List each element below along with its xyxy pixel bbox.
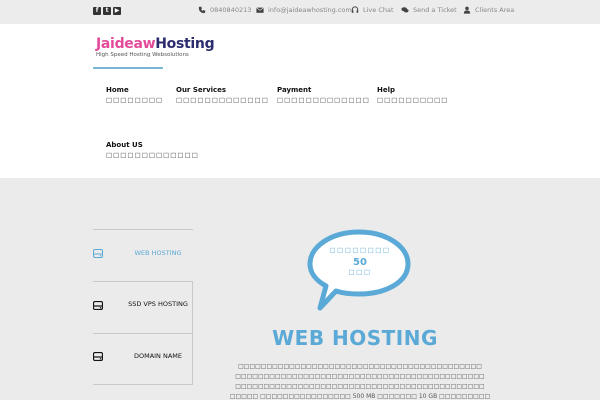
- site-logo[interactable]: JaideawHosting High Speed Hosting Websol…: [96, 36, 215, 58]
- description-line: □□□□□□□□□□□□□□□□□□□□□□□□□□□□□□□□□□□□□□□□…: [235, 373, 485, 380]
- twitter-icon[interactable]: t: [103, 7, 111, 15]
- nav-label: Payment: [277, 86, 312, 94]
- social-links: f t ▶: [93, 7, 121, 15]
- tab-domain-name[interactable]: DOMAIN NAME: [93, 334, 193, 386]
- nav-label: Help: [377, 86, 396, 94]
- plan-title: WEB HOSTING: [272, 326, 438, 350]
- tab-label: SSD VPS HOSTING: [128, 300, 188, 308]
- nav-item-payment[interactable]: Payment □□□□□□□□□□□□□: [277, 86, 370, 104]
- nav-sublabel: □□□□□□□□□□□□□: [176, 96, 269, 104]
- nav-sublabel: □□□□□□□□□□: [377, 96, 449, 104]
- server-icon: [93, 352, 103, 361]
- email-contact[interactable]: info@jaideawhosting.com: [256, 6, 352, 14]
- nav-sublabel: □□□□□□□□□□□□□: [277, 96, 370, 104]
- nav-item-help[interactable]: Help □□□□□□□□□□: [377, 86, 448, 104]
- nav-item-home[interactable]: Home □□□□□□□□: [106, 86, 163, 104]
- server-icon: [93, 249, 103, 258]
- tabs-right-border: [192, 282, 193, 384]
- logo-tagline: High Speed Hosting Websolutions: [96, 52, 189, 58]
- description-line: □□□□□□□□□□□□□□□□□□□□□□□□□□□□□□□□□□□□□□□□…: [235, 383, 485, 390]
- email-address: info@jaideawhosting.com: [268, 6, 352, 14]
- nav-label: Our Services: [176, 86, 227, 94]
- description-line: □□□□□□□□□□□□□□□□□□□□□□□□□□□□□□□□□□□□□□□□…: [238, 363, 482, 370]
- phone-number: 0840840213: [210, 6, 252, 14]
- facebook-icon[interactable]: f: [93, 7, 101, 15]
- server-icon: [93, 301, 103, 310]
- phone-icon: [198, 6, 206, 14]
- headset-icon: [351, 6, 359, 13]
- tab-web-hosting[interactable]: WEB HOSTING: [93, 230, 193, 282]
- live-chat-link[interactable]: Live Chat: [351, 6, 394, 14]
- nav-label: About US: [106, 141, 143, 149]
- description-line: □□□□□ □□□□□□□□□□□□□□□□ 500 MB □□□□□□□ 10…: [229, 393, 491, 400]
- clients-area-link[interactable]: Clients Area: [463, 6, 514, 14]
- logo-wordmark: JaideawHosting: [96, 36, 215, 52]
- send-ticket-label: Send a Ticket: [413, 6, 457, 14]
- tab-label: WEB HOSTING: [134, 249, 182, 257]
- nav-sublabel: □□□□□□□□: [106, 96, 164, 104]
- send-ticket-link[interactable]: Send a Ticket: [401, 6, 457, 14]
- clients-area-label: Clients Area: [475, 6, 515, 14]
- price-suffix: □□□: [348, 268, 372, 276]
- tab-label: DOMAIN NAME: [133, 352, 183, 360]
- plan-description: □□□□□□□□□□□□□□□□□□□□□□□□□□□□□□□□□□□□□□□□…: [210, 362, 510, 402]
- youtube-icon[interactable]: ▶: [113, 7, 121, 15]
- price-value: 50: [353, 257, 367, 268]
- logo-underline: [93, 67, 163, 69]
- nav-item-our-services[interactable]: Our Services □□□□□□□□□□□□□: [176, 86, 269, 104]
- chat-bubbles-icon: [401, 7, 409, 13]
- nav-item-about-us[interactable]: About US □□□□□□□□□□□□□: [106, 141, 199, 159]
- tab-divider: [93, 384, 193, 385]
- nav-label: Home: [106, 86, 129, 94]
- live-chat-label: Live Chat: [363, 6, 394, 14]
- tab-ssd-vps-hosting[interactable]: SSD VPS HOSTING: [93, 282, 193, 334]
- price-bubble-content: □□□□□□□□ 50 □□□: [320, 246, 400, 276]
- price-prefix: □□□□□□□□: [329, 246, 391, 254]
- phone-contact[interactable]: 0840840213: [198, 6, 251, 14]
- nav-sublabel: □□□□□□□□□□□□□: [106, 151, 199, 159]
- envelope-icon: [256, 7, 264, 13]
- user-icon: [463, 6, 471, 14]
